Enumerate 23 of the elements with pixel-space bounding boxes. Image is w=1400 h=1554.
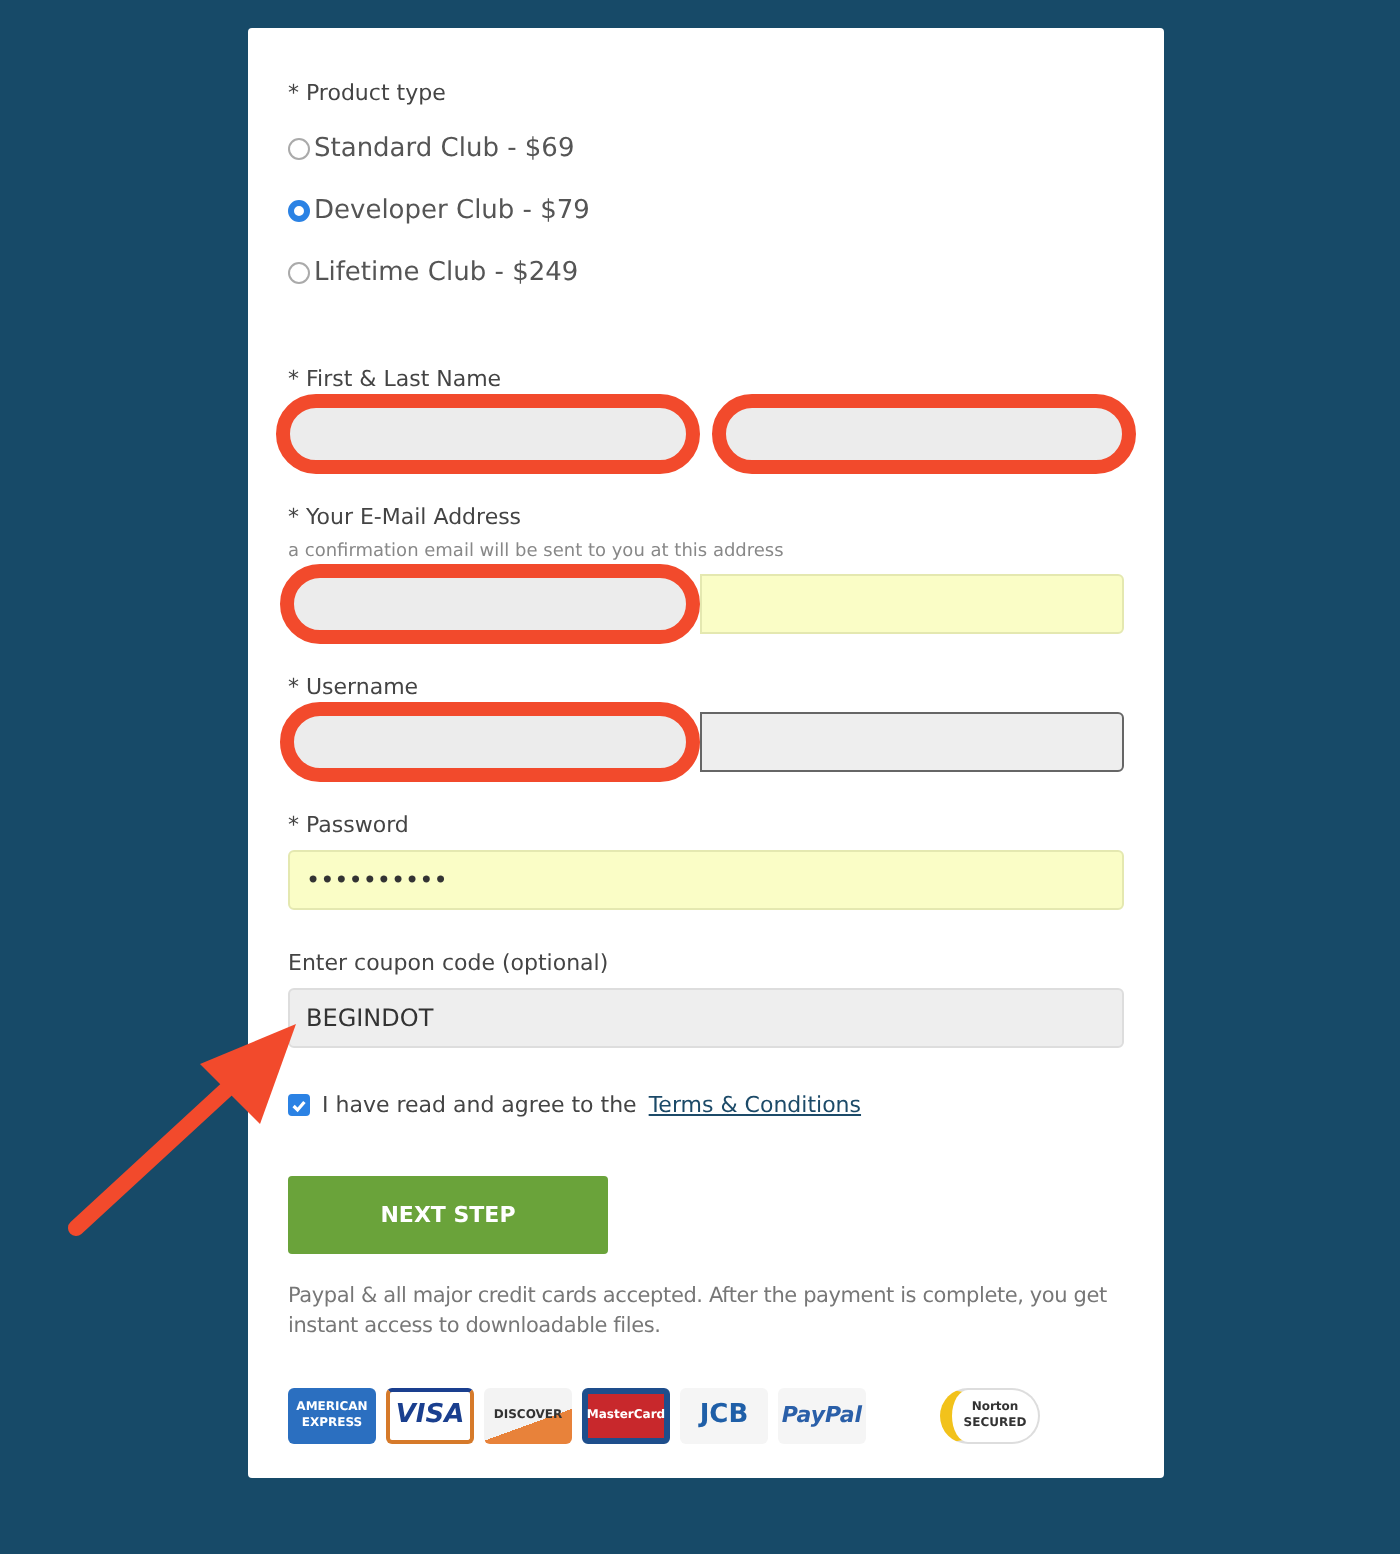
payment-note: Paypal & all major credit cards accepted. After the payment is complete, you get instant access to downloadable files. [288, 1282, 1109, 1342]
field-label: * First & Last Name [288, 366, 504, 392]
radio-option[interactable]: Developer Club - $79 [288, 180, 1124, 242]
radio-button[interactable] [288, 138, 310, 160]
input-field[interactable] [700, 712, 1124, 772]
field-label: * Password [288, 812, 411, 838]
terms-link[interactable]: Terms & Conditions [648, 1092, 862, 1118]
radio-option[interactable]: Lifetime Club - $249 [288, 242, 1124, 304]
field-label: * Product type [288, 80, 448, 106]
payment-logo: PayPal [778, 1388, 866, 1444]
checkbox[interactable] [288, 1094, 310, 1116]
radio-button[interactable] [288, 262, 310, 284]
password-field[interactable]: •••••••••• [288, 850, 1124, 910]
agreement-text: I have read and agree to the [322, 1092, 637, 1118]
coupon-field[interactable]: BEGINDOT [288, 988, 1124, 1048]
radio-option[interactable]: Standard Club - $69 [288, 118, 1124, 180]
field-label: * Your E-Mail Address [288, 504, 524, 530]
field-hint: a confirmation email will be sent to you at this address [288, 542, 786, 562]
payment-logo: VISA [386, 1388, 474, 1444]
radio-button[interactable] [288, 200, 310, 222]
field-label: * Username [288, 674, 421, 700]
field-label: Enter coupon code (optional) [288, 950, 611, 976]
payment-logo: JCB [680, 1388, 768, 1444]
